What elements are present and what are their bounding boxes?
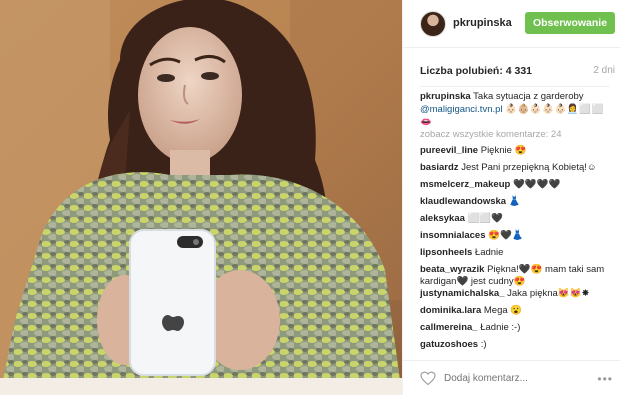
caption-username[interactable]: pkrupinska <box>420 91 471 102</box>
follow-button[interactable]: Obserwowanie <box>525 12 615 34</box>
avatar[interactable] <box>420 11 446 37</box>
comment-text: 🖤🖤🖤🖤 <box>512 179 561 190</box>
heart-icon[interactable] <box>420 371 436 386</box>
comment-text: :) <box>480 339 487 350</box>
comment-username[interactable]: basiardz <box>420 162 459 173</box>
comment-text: Ładnie <box>474 247 504 258</box>
comment-item: callmereina_ Ładnie :-) <box>420 322 615 339</box>
post-footer: ••• <box>403 360 620 395</box>
comment-text: ⬜⬜🖤 <box>467 213 504 224</box>
post-header: pkrupinska Obserwowanie <box>403 0 620 48</box>
post-photo[interactable] <box>0 0 402 395</box>
comment-username[interactable]: gatuzoshoes <box>420 339 478 350</box>
comment-text: 😍🖤👗 <box>488 230 524 241</box>
divider <box>420 86 610 87</box>
comment-text: Ładnie :-) <box>480 322 521 333</box>
comment-item: aleksykaa ⬜⬜🖤 <box>420 213 615 230</box>
comment-item: basiardz Jest Pani przepiękną Kobietą!☺ <box>420 162 615 179</box>
comment-text: Mega 😮 <box>483 305 523 316</box>
more-options-icon[interactable]: ••• <box>597 372 613 386</box>
comment-item: justynamichalska_ Jaka piękna😻😻✸ <box>420 288 615 305</box>
comment-username[interactable]: justynamichalska_ <box>420 288 505 299</box>
comment-text: Pięknie 😍 <box>480 145 527 156</box>
view-all-comments-link[interactable]: zobacz wszystkie komentarze: 24 <box>420 129 562 140</box>
comment-username[interactable]: msmelcerz_makeup <box>420 179 510 190</box>
comment-username[interactable]: pureevil_line <box>420 145 478 156</box>
comment-item: pureevil_line Pięknie 😍 <box>420 145 615 162</box>
comment-item: klaudlewandowska 👗 <box>420 196 615 213</box>
comment-username[interactable]: klaudlewandowska <box>420 196 506 207</box>
comment-item: msmelcerz_makeup 🖤🖤🖤🖤 <box>420 179 615 196</box>
comment-username[interactable]: callmereina_ <box>420 322 478 333</box>
caption-mention-link[interactable]: @maligiganci.tvn.pl <box>420 104 503 115</box>
post-caption: pkrupinska Taka sytuacja z garderoby @ma… <box>420 90 615 129</box>
comment-text: Jest Pani przepiękną Kobietą!☺ <box>461 162 597 173</box>
username-link[interactable]: pkrupinska <box>453 17 512 29</box>
comment-username[interactable]: dominika.lara <box>420 305 481 316</box>
comment-item: beata_wyrazik Piękna!🖤😍 mam taki sam kar… <box>420 264 615 288</box>
caption-text: Taka sytuacja z garderoby <box>473 91 584 102</box>
comment-username[interactable]: lipsonheels <box>420 247 472 258</box>
photo-illustration <box>0 0 402 395</box>
post-sidebar: pkrupinska Obserwowanie Liczba polubień:… <box>402 0 620 395</box>
comment-item: lipsonheels Ładnie <box>420 247 615 264</box>
likes-row: Liczba polubień: 4 331 2 dni <box>420 65 615 79</box>
add-comment-input[interactable] <box>444 373 584 384</box>
comment-username[interactable]: insomnialaces <box>420 230 485 241</box>
comment-list: pureevil_line Pięknie 😍 basiardz Jest Pan… <box>420 145 615 356</box>
comment-text: Jaka piękna😻😻✸ <box>507 288 590 299</box>
comment-username[interactable]: beata_wyrazik <box>420 264 484 275</box>
comment-username[interactable]: aleksykaa <box>420 213 465 224</box>
comment-item: gatuzoshoes :) <box>420 339 615 356</box>
comment-item: insomnialaces 😍🖤👗 <box>420 230 615 247</box>
likes-count[interactable]: Liczba polubień: 4 331 <box>420 65 532 77</box>
comment-text: 👗 <box>508 196 521 207</box>
comment-item: dominika.lara Mega 😮 <box>420 305 615 322</box>
post-age[interactable]: 2 dni <box>593 65 615 76</box>
